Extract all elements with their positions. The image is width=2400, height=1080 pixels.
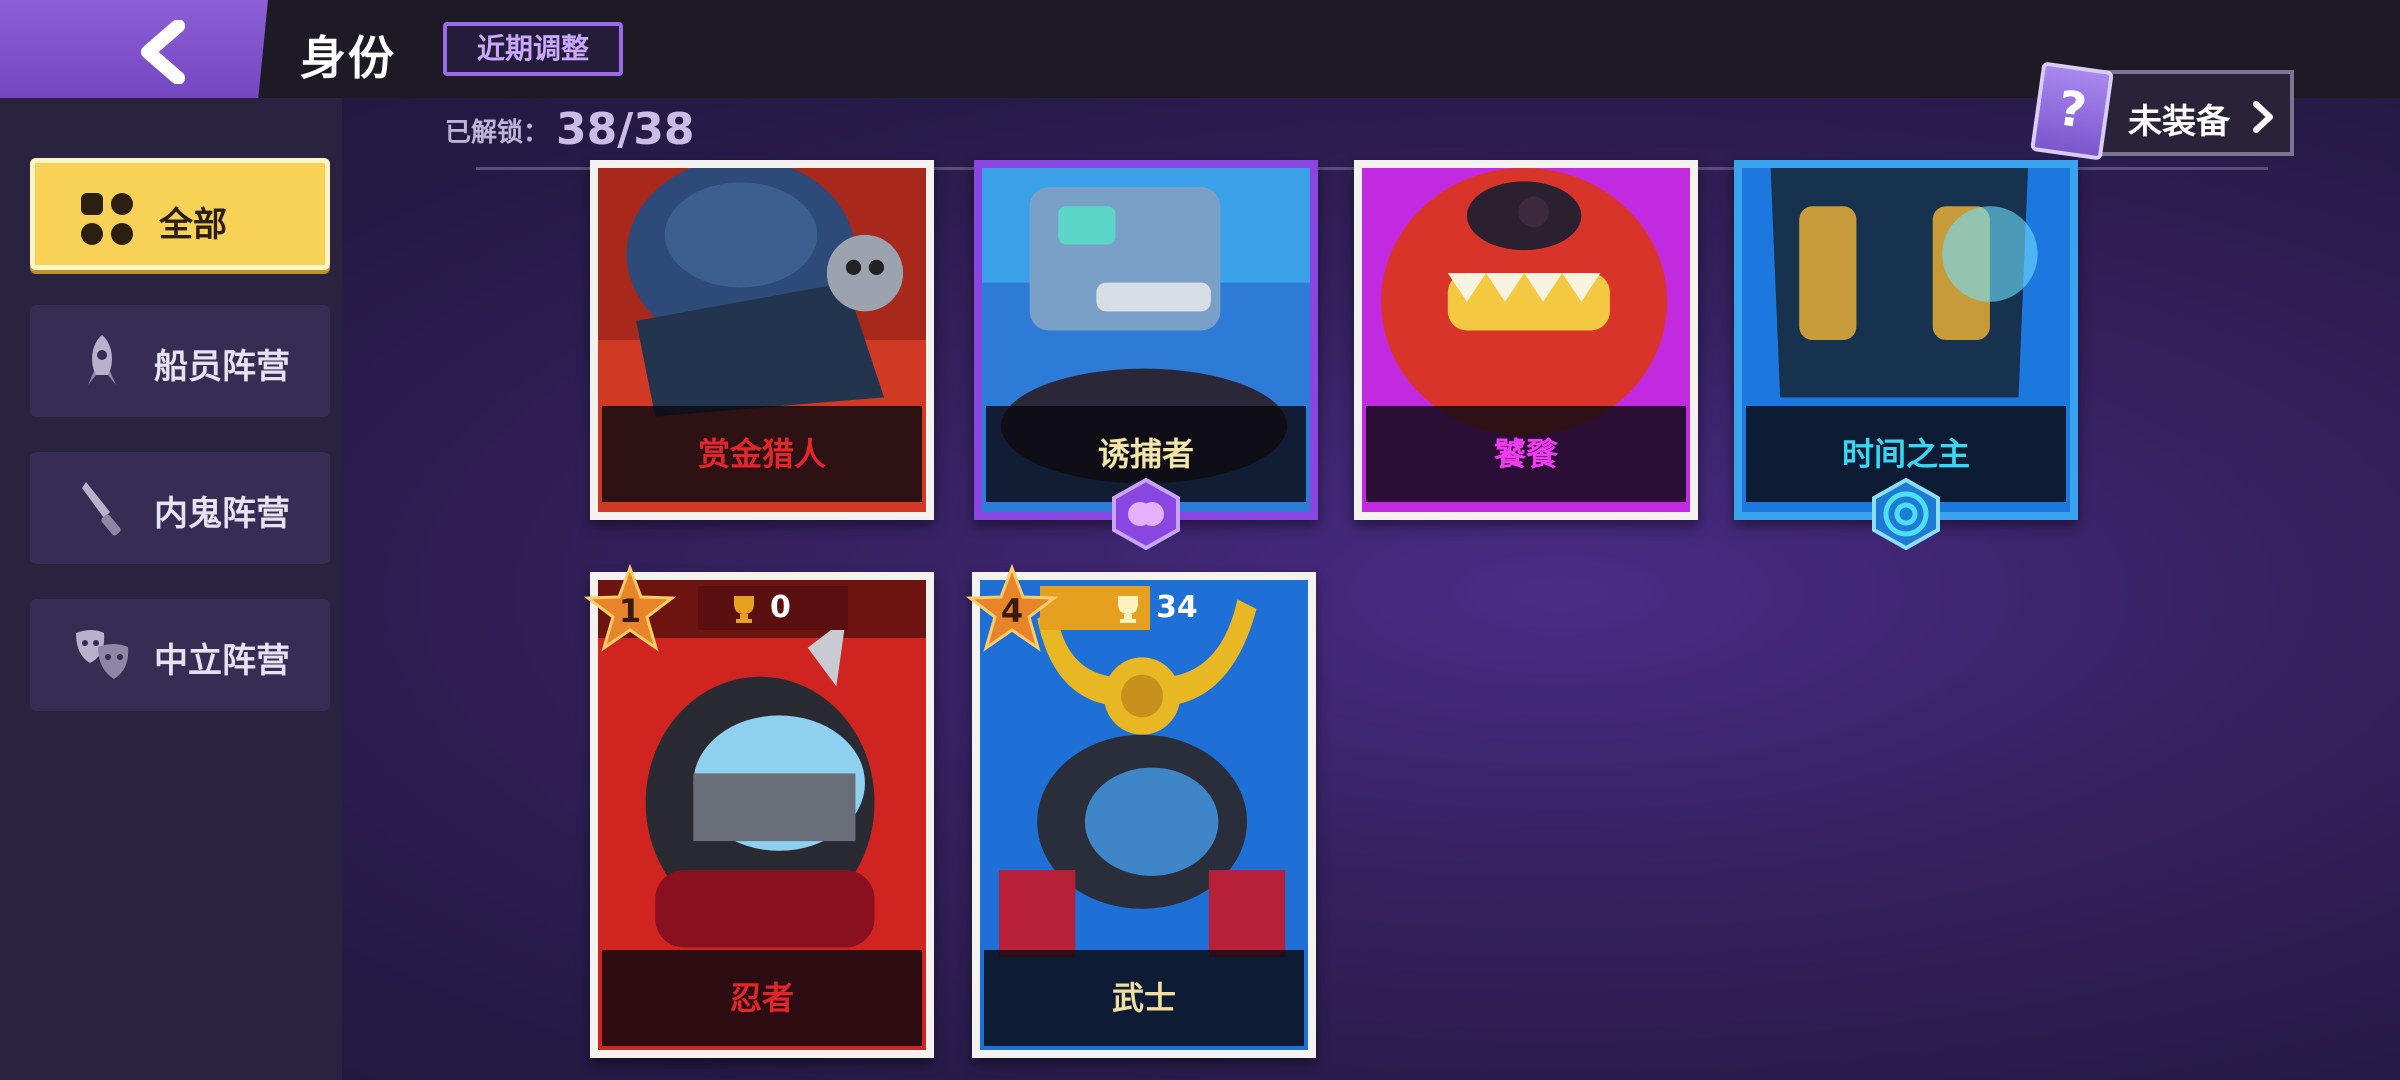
role-card-time-lord[interactable]: 时间之主 xyxy=(1734,160,2078,520)
trophy-count: 34 xyxy=(1156,590,1198,625)
unequipped-label: 未装备 xyxy=(2128,102,2230,142)
brain-icon xyxy=(1112,478,1180,550)
sidebar-item-neutral[interactable]: 中立阵营 xyxy=(30,599,330,711)
card-name: 诱捕者 xyxy=(1097,435,1194,473)
trophy-count: 0 xyxy=(770,590,791,625)
rank-number: 1 xyxy=(618,592,642,630)
page-title: 身份 xyxy=(300,31,396,85)
rocket-icon xyxy=(88,335,116,385)
sidebar: 全部 船员阵营 内鬼阵营 中立阵营 xyxy=(0,98,342,1080)
sidebar-item-label: 全部 xyxy=(159,205,227,245)
card-name: 忍者 xyxy=(729,979,794,1017)
card-name: 赏金猎人 xyxy=(697,435,826,473)
masks-icon xyxy=(76,630,129,679)
sidebar-item-crew[interactable]: 船员阵营 xyxy=(30,305,330,417)
card-name-bar: 武士 xyxy=(984,950,1304,1046)
card-name: 武士 xyxy=(1111,979,1176,1017)
sidebar-item-all[interactable]: 全部 xyxy=(30,158,330,270)
role-card-taotie[interactable]: 饕餮 xyxy=(1354,160,1698,520)
spiral-icon xyxy=(1872,478,1940,550)
sidebar-item-impostor[interactable]: 内鬼阵营 xyxy=(30,452,330,564)
back-button[interactable] xyxy=(0,0,268,108)
sidebar-item-label: 船员阵营 xyxy=(154,347,290,387)
card-name-bar: 忍者 xyxy=(602,950,922,1046)
unlocked-count: 38/38 xyxy=(556,104,695,155)
role-card-bounty-hunter[interactable]: 赏金猎人 xyxy=(590,160,934,520)
chevron-right-icon xyxy=(2253,101,2273,133)
card-name: 饕餮 xyxy=(1493,435,1558,473)
sidebar-item-label: 中立阵营 xyxy=(154,641,290,681)
card-name-bar: 饕餮 xyxy=(1366,406,1686,502)
unlocked-label: 已解锁： xyxy=(445,118,550,148)
grid-icon xyxy=(81,193,133,245)
card-name-bar: 赏金猎人 xyxy=(602,406,922,502)
rank-number: 4 xyxy=(1000,592,1024,630)
role-card-trapper[interactable]: 诱捕者 xyxy=(974,160,1318,520)
recent-adjust-button[interactable]: 近期调整 xyxy=(443,22,623,76)
card-name: 时间之主 xyxy=(1841,435,1970,473)
chevron-left-icon xyxy=(141,20,185,84)
question-card-icon: ? xyxy=(2030,61,2114,161)
knife-icon xyxy=(82,482,121,536)
trophy-icon xyxy=(1118,596,1138,623)
sidebar-item-label: 内鬼阵营 xyxy=(154,494,290,534)
trophy-icon xyxy=(734,596,754,623)
